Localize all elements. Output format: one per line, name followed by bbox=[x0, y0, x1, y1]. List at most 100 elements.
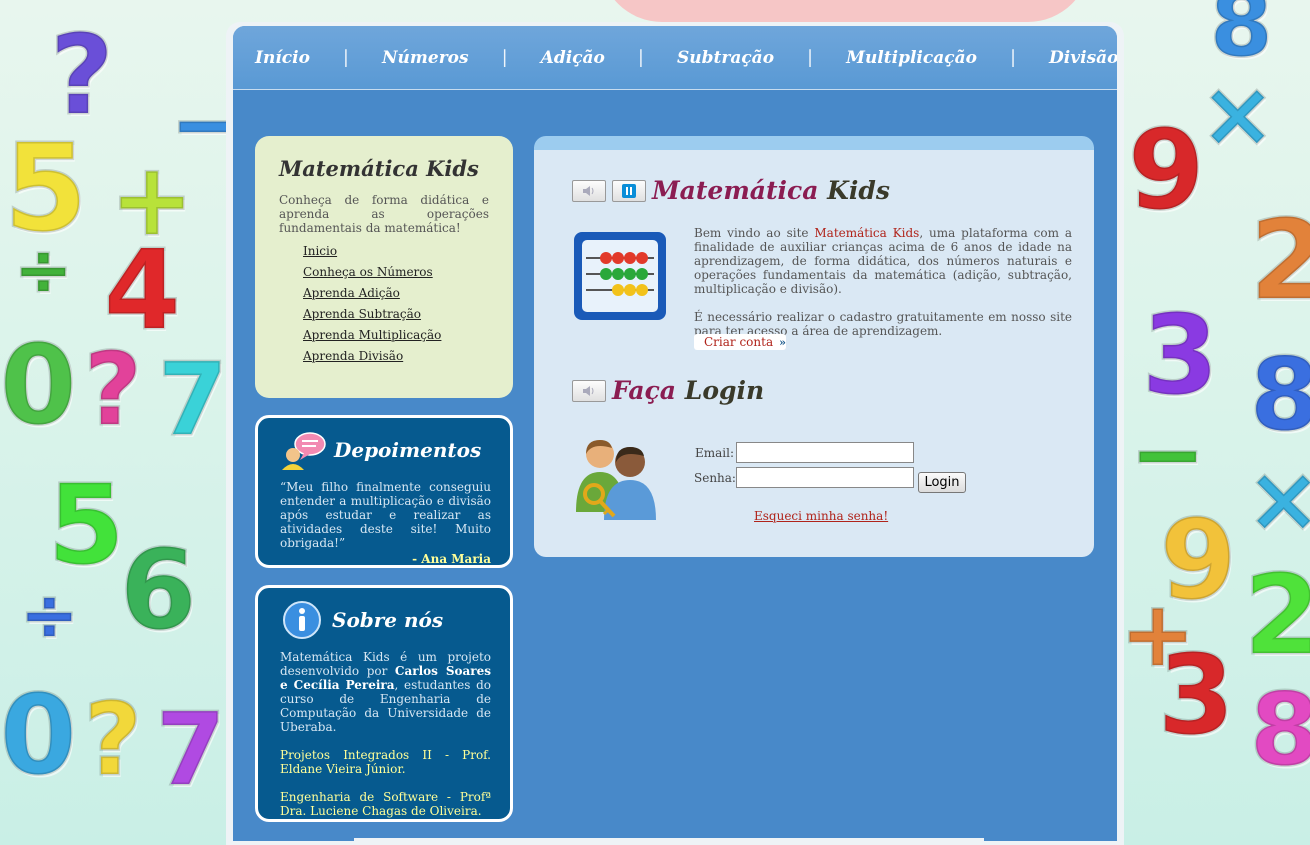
welcome-paragraph: Bem vindo ao site Matemática Kids, uma p… bbox=[694, 226, 1072, 296]
double-chevron-right-icon: » bbox=[779, 335, 786, 349]
testimonials-title: Depoimentos bbox=[334, 438, 482, 462]
top-banner-image bbox=[600, 0, 1090, 22]
bg-times: × bbox=[1198, 62, 1276, 167]
sidebar-description: Conheça de forma didática e aprenda as o… bbox=[279, 193, 489, 235]
email-field[interactable] bbox=[736, 442, 914, 463]
chat-bubble-icon bbox=[282, 432, 326, 470]
about-header: Sobre nós bbox=[280, 600, 491, 640]
bg-divide-2: ÷ bbox=[19, 574, 81, 656]
list-item: Aprenda Multiplicação bbox=[303, 325, 489, 346]
login-title-part2: Login bbox=[684, 376, 765, 405]
testimonials-header: Depoimentos bbox=[280, 430, 491, 470]
sidebar-title: Matemática Kids bbox=[279, 156, 479, 181]
link-adicao[interactable]: Aprenda Adição bbox=[303, 286, 400, 300]
login-form: Email: Senha: bbox=[694, 442, 914, 492]
nav-separator: | bbox=[342, 47, 349, 68]
about-course-2: Engenharia de Software - Profª Dra. Luci… bbox=[280, 790, 491, 818]
list-item: Conheça os Números bbox=[303, 262, 489, 283]
bg-times-2: × bbox=[1244, 447, 1310, 552]
bg-number-0-2: 0 bbox=[0, 671, 78, 799]
list-item: Aprenda Divisão bbox=[303, 346, 489, 367]
bg-number-8-2: 8 bbox=[1249, 336, 1310, 453]
bg-number-2-2: 2 bbox=[1243, 551, 1310, 679]
password-row: Senha: bbox=[694, 467, 914, 488]
link-divisao[interactable]: Aprenda Divisão bbox=[303, 349, 403, 363]
pause-button[interactable] bbox=[612, 179, 646, 202]
nav-adicao[interactable]: Adição bbox=[541, 48, 605, 68]
main-title: Matemática Kids bbox=[652, 176, 890, 205]
about-box: Sobre nós Matemática Kids é um projeto d… bbox=[255, 585, 513, 822]
email-row: Email: bbox=[694, 442, 914, 463]
content-area: Início | Números | Adição | Subtração | … bbox=[233, 26, 1117, 841]
main-title-part2: Kids bbox=[827, 176, 890, 205]
main-nav: Início | Números | Adição | Subtração | … bbox=[233, 26, 1117, 90]
welcome-heading: Matemática Kids bbox=[572, 176, 890, 205]
password-field[interactable] bbox=[736, 467, 914, 488]
welcome-brand: Matemática Kids bbox=[814, 226, 920, 240]
bg-number-8: 8 bbox=[1209, 0, 1275, 77]
login-heading: Faça Login bbox=[572, 376, 764, 405]
email-label: Email: bbox=[694, 445, 734, 460]
bg-minus-2: − bbox=[1128, 402, 1206, 507]
nav-separator: | bbox=[637, 47, 644, 68]
login-button[interactable]: Login bbox=[918, 472, 966, 493]
sound-button[interactable] bbox=[572, 179, 606, 202]
main-title-part1: Matemática bbox=[652, 176, 819, 205]
create-account-label: Criar conta bbox=[704, 335, 774, 349]
welcome-part: Bem vindo ao site bbox=[694, 226, 815, 240]
testimonial-quote: “Meu filho finalmente conseguiu entender… bbox=[280, 480, 491, 550]
bg-number-7-2: 7 bbox=[155, 691, 228, 808]
nav-multiplicacao[interactable]: Multiplicação bbox=[846, 48, 977, 68]
list-item: Aprenda Subtração bbox=[303, 304, 489, 325]
about-title: Sobre nós bbox=[332, 608, 444, 632]
nav-separator: | bbox=[1009, 47, 1017, 68]
link-subtracao[interactable]: Aprenda Subtração bbox=[303, 307, 421, 321]
bg-number-8-3: 8 bbox=[1249, 671, 1310, 788]
forgot-password-link[interactable]: Esqueci minha senha! bbox=[754, 509, 888, 523]
speaker-icon bbox=[583, 185, 594, 196]
info-icon bbox=[283, 601, 321, 639]
bg-number-6: 6 bbox=[119, 526, 199, 654]
intro-box: Matemática Kids Conheça de forma didátic… bbox=[255, 136, 513, 398]
pause-icon bbox=[622, 183, 636, 198]
bg-number-5-2: 5 bbox=[47, 461, 127, 589]
create-account-button[interactable]: Criar conta » bbox=[694, 334, 786, 350]
main-panel: Matemática Kids Bem vindo ao site Matemá… bbox=[534, 136, 1094, 557]
abacus-icon bbox=[574, 232, 666, 320]
bg-question-mark: ? bbox=[49, 11, 116, 139]
bg-divide: ÷ bbox=[13, 229, 75, 311]
nav-divisao[interactable]: Divisão bbox=[1049, 48, 1117, 68]
sidebar-links: Inicio Conheça os Números Aprenda Adição… bbox=[279, 241, 489, 367]
link-numeros[interactable]: Conheça os Números bbox=[303, 265, 433, 279]
bg-number-7: 7 bbox=[157, 341, 230, 458]
bg-number-4: 4 bbox=[103, 226, 183, 354]
nav-separator: | bbox=[807, 47, 814, 68]
bg-number-9: 9 bbox=[1127, 106, 1207, 234]
login-title-part1: Faça bbox=[612, 376, 677, 405]
about-text: Matemática Kids é um projeto desenvolvid… bbox=[280, 650, 491, 734]
bg-number-2: 2 bbox=[1249, 196, 1310, 324]
bg-number-3-2: 3 bbox=[1157, 631, 1237, 759]
login-sound-button[interactable] bbox=[572, 379, 606, 402]
about-course-1: Projetos Integrados II - Prof. Eldane Vi… bbox=[280, 748, 491, 776]
list-item: Inicio bbox=[303, 241, 489, 262]
testimonial-author: - Ana Maria bbox=[412, 552, 491, 566]
left-column: Matemática Kids Conheça de forma didátic… bbox=[255, 136, 513, 822]
bg-number-3: 3 bbox=[1141, 291, 1221, 419]
testimonials-box: Depoimentos “Meu filho finalmente conseg… bbox=[255, 415, 513, 568]
nav-numeros[interactable]: Números bbox=[382, 48, 469, 68]
welcome-text: Bem vindo ao site Matemática Kids, uma p… bbox=[694, 226, 1072, 338]
page-container: Início | Números | Adição | Subtração | … bbox=[226, 22, 1124, 845]
nav-separator: | bbox=[501, 47, 508, 68]
password-label: Senha: bbox=[694, 470, 736, 485]
link-inicio[interactable]: Inicio bbox=[303, 244, 337, 258]
speaker-icon bbox=[583, 385, 594, 396]
link-multiplicacao[interactable]: Aprenda Multiplicação bbox=[303, 328, 441, 342]
nav-inicio[interactable]: Início bbox=[255, 48, 310, 68]
users-key-icon bbox=[576, 440, 656, 520]
login-title: Faça Login bbox=[612, 376, 764, 405]
bg-question-mark-2: ? bbox=[82, 331, 143, 448]
bg-question-mark-3: ? bbox=[82, 681, 143, 798]
nav-subtracao[interactable]: Subtração bbox=[677, 48, 774, 68]
footer-edge bbox=[354, 838, 984, 845]
